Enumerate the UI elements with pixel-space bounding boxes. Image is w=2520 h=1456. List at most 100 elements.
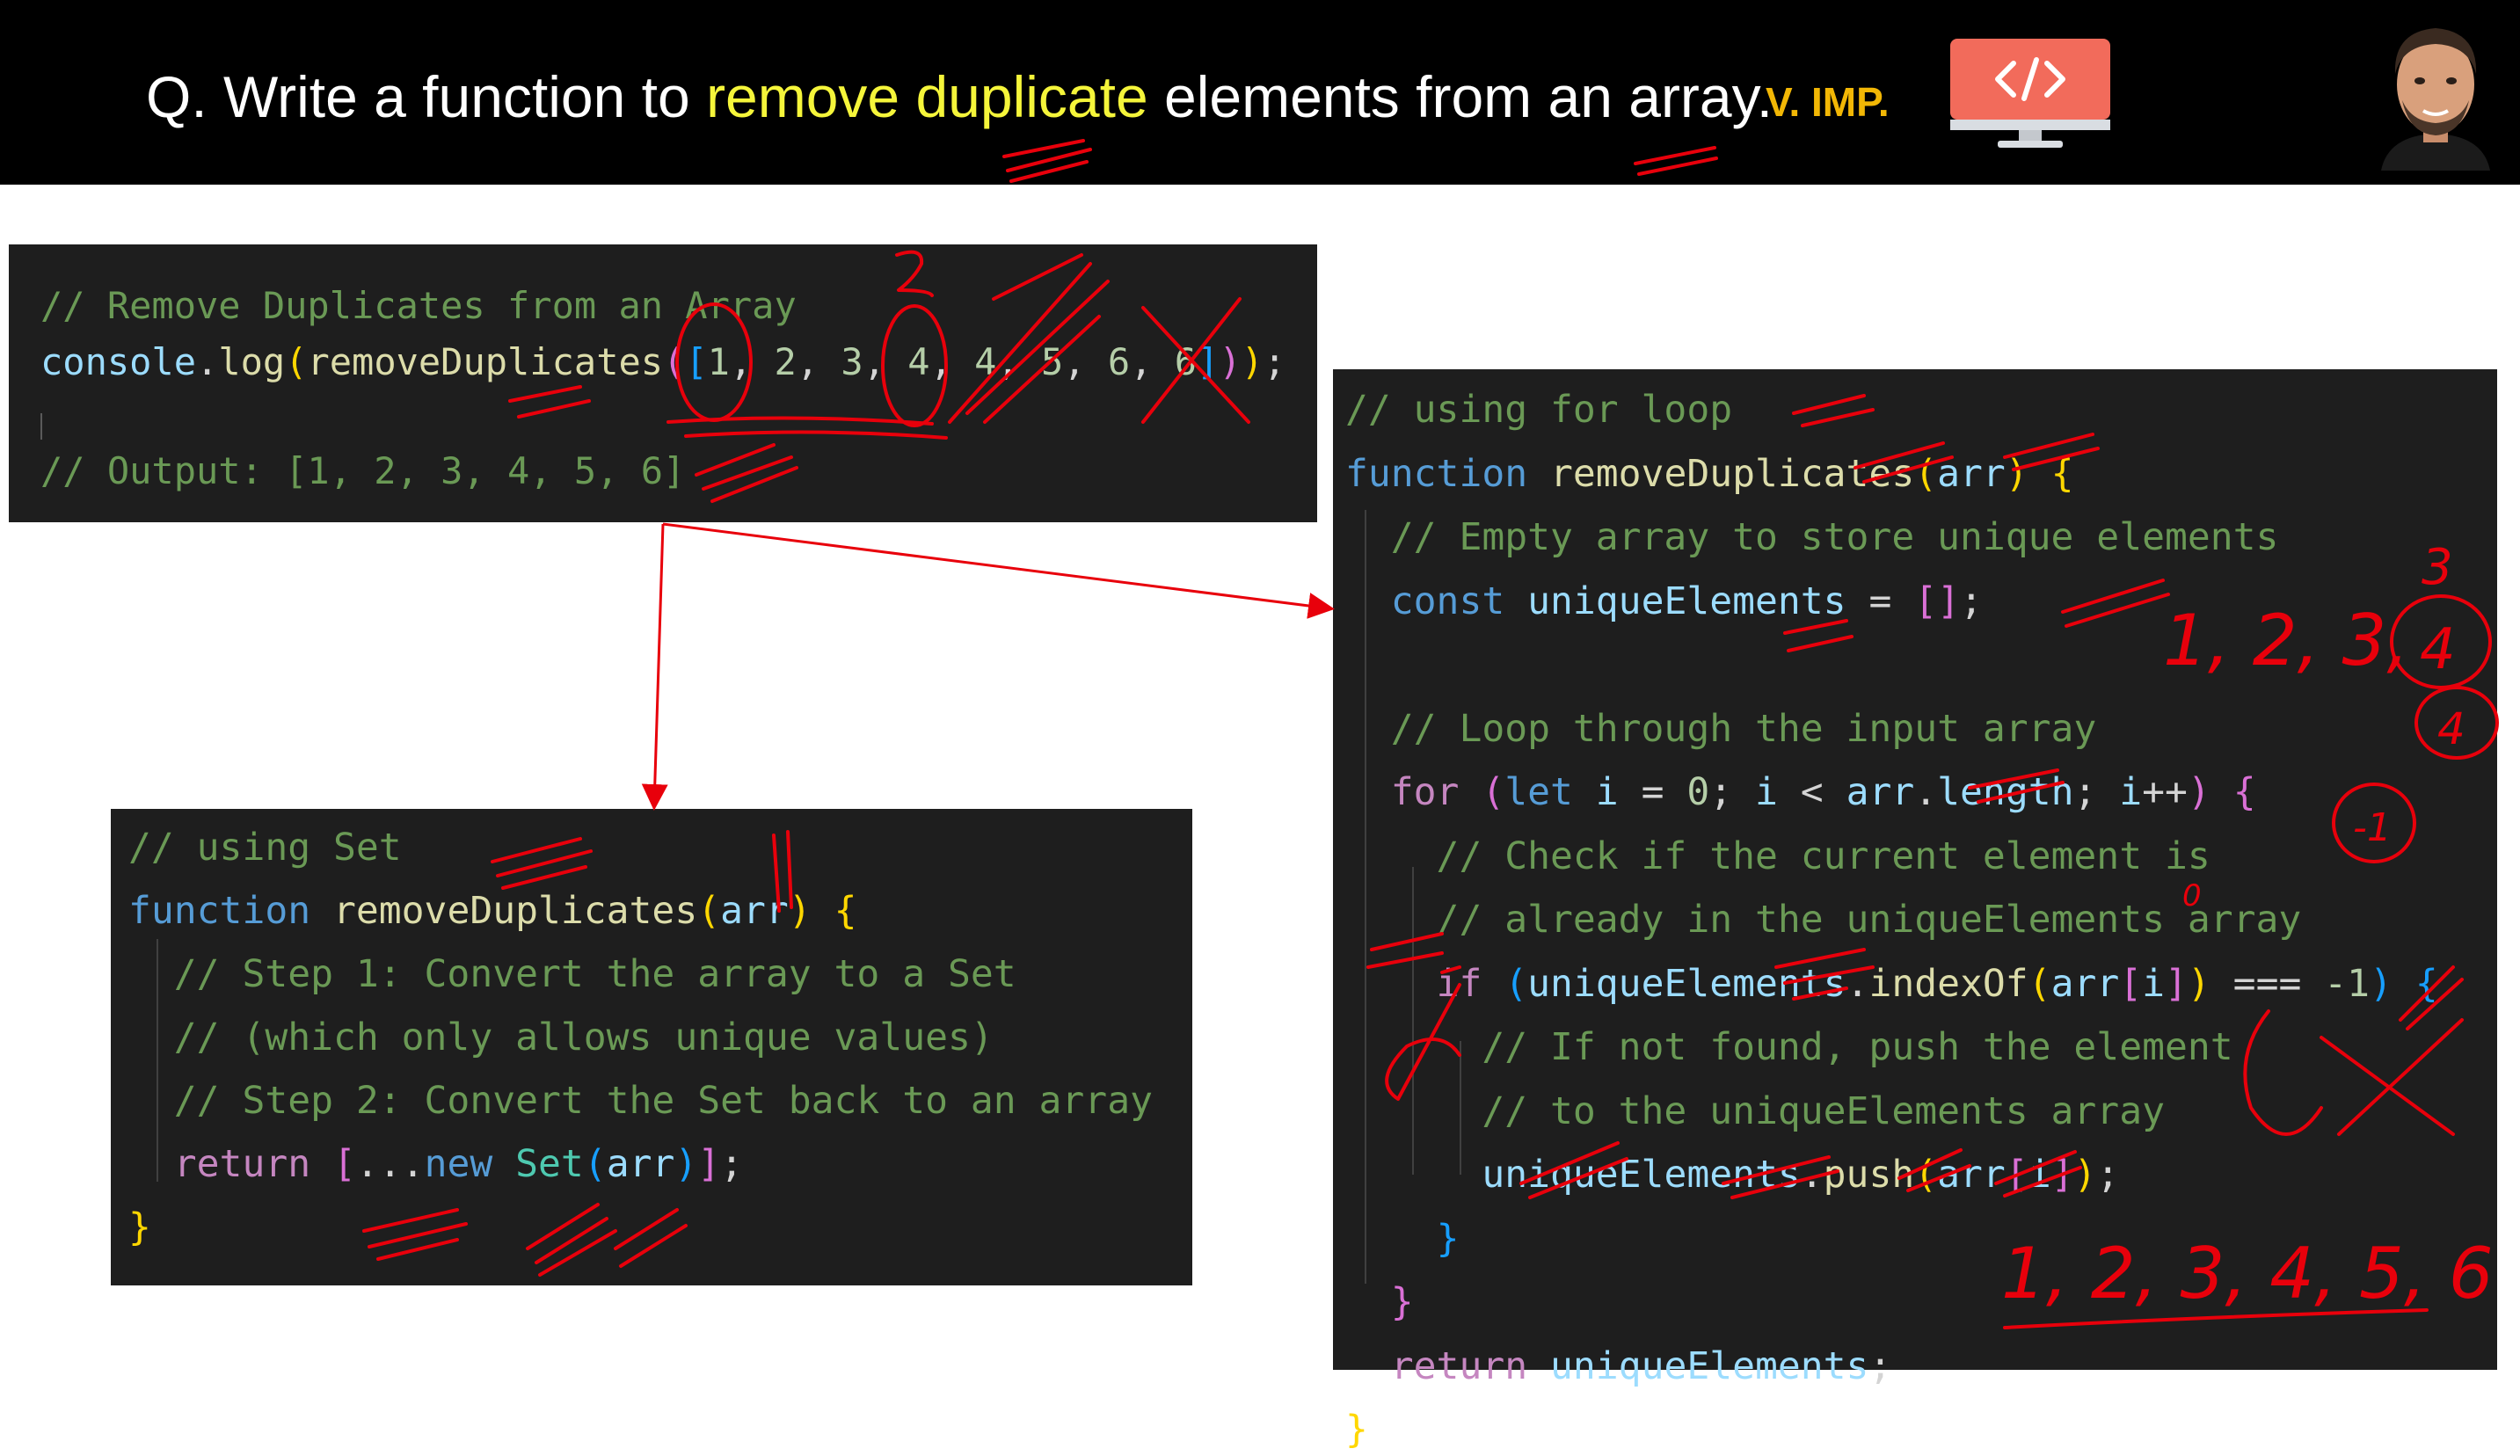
code-token: [: [2119, 961, 2143, 1006]
code-token: let: [1504, 770, 1573, 814]
separator: ,: [796, 340, 841, 383]
code-token: removeDuplicates: [1550, 451, 1915, 496]
separator: ,: [863, 340, 908, 383]
example-comment: // Remove Duplicates from an Array: [40, 280, 797, 332]
code-token: [: [2005, 1153, 2028, 1197]
question-prefix: Q. Write a function to: [146, 64, 707, 129]
code-token: i: [1595, 770, 1619, 814]
text-cursor: [40, 413, 42, 440]
importance-badge: V. IMP.: [1766, 79, 1890, 125]
code-token: new: [424, 1142, 493, 1186]
code-token: // If not found, push the element: [1345, 1025, 2233, 1069]
code-token: ...: [355, 1142, 425, 1186]
code-token: uniqueElements: [1527, 961, 1846, 1006]
arrow-to-set-solution: [641, 523, 668, 811]
log-token: log: [218, 340, 286, 383]
code-line: return [...new Set(arr)];: [128, 1138, 743, 1190]
code-token: // using for loop: [1345, 388, 1733, 432]
code-token: ===: [2210, 961, 2325, 1006]
code-token: =: [1846, 579, 1915, 623]
code-token: arr: [606, 1142, 675, 1186]
code-token: const: [1390, 579, 1505, 623]
code-monitor-icon: [1950, 39, 2110, 148]
arrow-to-loop-solution: [662, 522, 1335, 619]
code-line: // Empty array to store unique elements: [1345, 511, 2279, 564]
array-number: 6: [1107, 340, 1131, 383]
header-bar: Q. Write a function to remove duplicate …: [0, 0, 2520, 185]
bracket-token: ]: [1197, 340, 1220, 383]
code-token: i: [2028, 1153, 2051, 1197]
code-token: i: [1755, 770, 1778, 814]
code-token: 0: [1686, 770, 1710, 814]
code-token: ]: [2050, 1153, 2074, 1197]
code-token: (: [1482, 770, 1505, 814]
code-token: ]: [2165, 961, 2188, 1006]
code-token: {: [834, 889, 857, 933]
code-line: uniqueElements.push(arr[i]);: [1345, 1148, 2119, 1201]
code-token: return: [173, 1142, 311, 1186]
code-token: ]: [697, 1142, 721, 1186]
code-token: arr: [720, 889, 789, 933]
paren-token: (: [285, 340, 308, 383]
code-token: ): [2073, 1153, 2097, 1197]
code-token: if: [1436, 961, 1482, 1006]
bracket-token: [: [685, 340, 708, 383]
code-token: ): [2187, 961, 2210, 1006]
code-line: // already in the uniqueElements array: [1345, 893, 2302, 946]
array-number: 3: [841, 340, 863, 383]
code-token: []: [1914, 579, 1961, 623]
code-token: }: [1390, 1280, 1414, 1324]
code-token: <: [1777, 770, 1846, 814]
code-token: .: [1846, 961, 1869, 1006]
code-line: }: [1345, 1212, 1460, 1265]
dot-token: .: [196, 340, 219, 383]
code-line: // If not found, push the element: [1345, 1021, 2233, 1074]
code-token: ): [2005, 451, 2028, 496]
example-code-panel: // Remove Duplicates from an Array conso…: [9, 244, 1317, 522]
code-line: // using Set: [128, 821, 402, 874]
code-token: ++: [2142, 770, 2188, 814]
code-token: ;: [2073, 770, 2120, 814]
code-line: if (uniqueElements.indexOf(arr[i]) === -…: [1345, 957, 2438, 1010]
paren-token: ): [1241, 340, 1264, 383]
code-token: uniqueElements: [1527, 579, 1846, 623]
code-token: uniqueElements: [1482, 1153, 1801, 1197]
separator: ,: [729, 340, 775, 383]
code-token: (: [697, 889, 721, 933]
code-token: (: [1914, 1153, 1938, 1197]
code-token: function: [128, 889, 333, 933]
code-token: -1: [2324, 961, 2371, 1006]
code-token: arr: [1937, 451, 2006, 496]
code-token: arr: [2050, 961, 2120, 1006]
code-token: Set: [515, 1142, 584, 1186]
code-token: =: [1618, 770, 1687, 814]
code-token: {: [2050, 451, 2074, 496]
code-token: {: [2232, 770, 2256, 814]
code-token: ): [788, 889, 812, 933]
code-line: // using for loop: [1345, 383, 1732, 436]
code-line: // Step 1: Convert the array to a Set: [128, 948, 1016, 1001]
code-token: removeDuplicates: [333, 889, 698, 933]
console-token: console: [40, 340, 197, 383]
code-token: .: [1800, 1153, 1824, 1197]
code-line: // to the uniqueElements array: [1345, 1085, 2165, 1138]
code-token: ;: [1709, 770, 1756, 814]
code-token: ;: [1868, 1343, 1892, 1388]
code-token: // Step 1: Convert the array to a Set: [128, 952, 1016, 996]
code-token: for: [1390, 770, 1460, 814]
